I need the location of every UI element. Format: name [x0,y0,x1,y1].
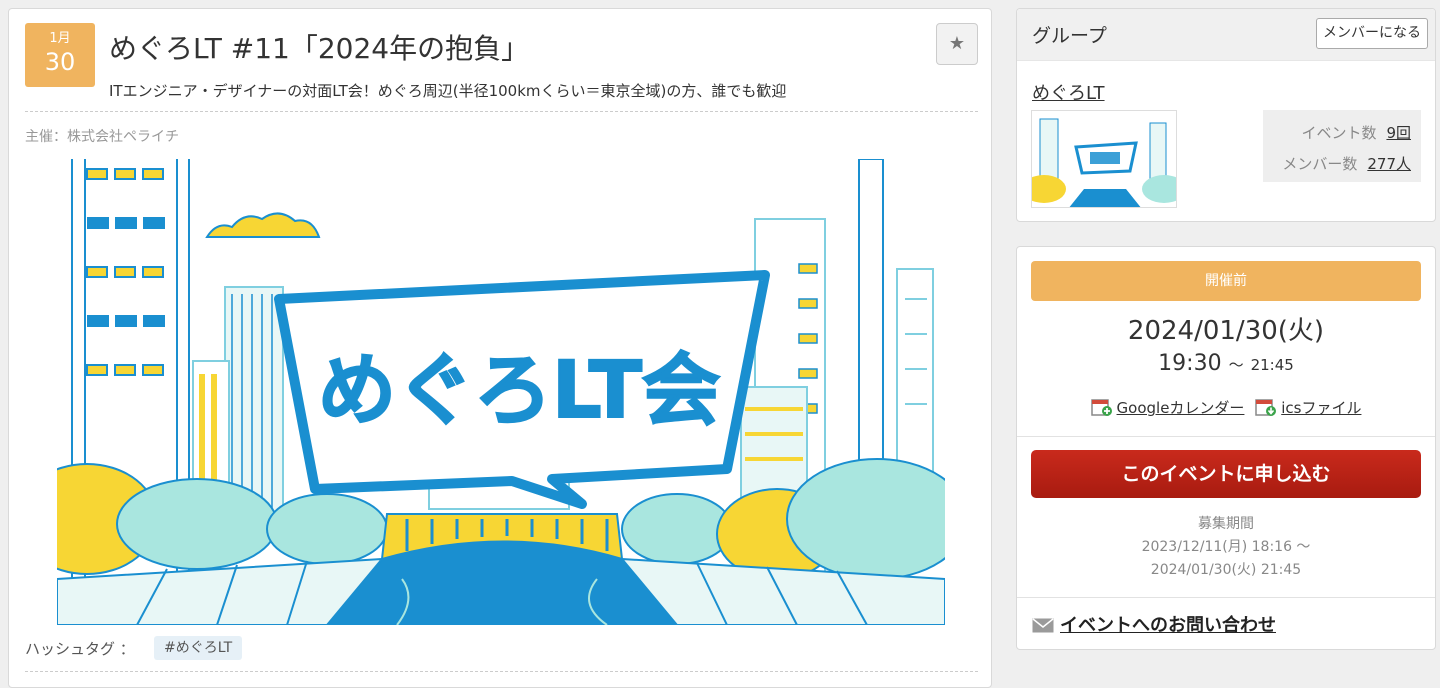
period-end: 2024/01/30(火) 21:45 [1150,562,1302,578]
event-month: 1月 [49,31,71,46]
hero-logo-text: めぐろLT会 [318,346,720,436]
divider [1017,597,1435,598]
event-date: 2024/01/30(火) [1127,316,1325,346]
google-calendar-link[interactable]: Googleカレンダー [1117,399,1245,417]
event-count-link[interactable]: 9回 [1386,124,1411,142]
group-event-count: イベント数 9回 [1301,122,1411,143]
time-separator: ～ [1228,356,1244,374]
period-start: 2023/12/11(月) 18:16 ～ [1141,539,1311,555]
event-start-time: 19:30 [1158,351,1222,376]
star-icon: ★ [948,33,966,54]
hero-river [327,541,677,625]
member-count-label: メンバー数 [1282,155,1358,173]
group-stats: イベント数 9回 メンバー数 277人 [1263,110,1421,182]
divider [25,111,978,112]
ics-file-link[interactable]: icsファイル [1281,399,1361,417]
status-badge: 開催前 [1031,261,1421,301]
calendar-add-icon [1090,399,1112,416]
hero-cloud [205,212,321,238]
period-label: 募集期間 [1198,516,1254,532]
hashtag-label: ハッシュタグ ： [25,640,135,658]
event-end-time: 21:45 [1250,356,1294,374]
group-panel: グループ メンバーになる めぐろLT イベント数 9回 メンバー数 277人 [1016,8,1436,222]
contact-row: イベントへのお問い合わせ [1032,611,1276,637]
event-day: 30 [44,48,76,76]
bookmark-button[interactable]: ★ [936,23,978,65]
event-main-panel: 1月 30 めぐろLT #11「2024年の抱負」 ITエンジニア・デザイナーの… [8,8,992,688]
calendar-links: Googleカレンダー icsファイル [1017,397,1435,418]
event-schedule-panel: 開催前 2024/01/30(火) 19:30 ～ 21:45 Googleカレ… [1016,246,1436,650]
join-group-button[interactable]: メンバーになる [1316,18,1428,49]
event-hero-image: めぐろLT会 [57,159,945,625]
group-thumbnail[interactable] [1031,110,1177,208]
hashtag-chip[interactable]: #めぐろLT [154,636,243,660]
divider [1017,436,1435,437]
event-count-label: イベント数 [1301,124,1377,142]
group-header-label: グループ [1032,25,1107,47]
mail-icon [1032,618,1054,633]
apply-button[interactable]: このイベントに申し込む [1031,450,1421,498]
group-member-count: メンバー数 277人 [1282,153,1411,174]
event-time: 19:30 ～ 21:45 [1017,351,1435,376]
contact-link[interactable]: イベントへのお問い合わせ [1060,615,1276,636]
group-name-link[interactable]: めぐろLT [1032,79,1105,105]
group-header: グループ メンバーになる [1017,9,1435,61]
divider [25,671,978,672]
calendar-download-icon [1255,399,1277,416]
recruitment-period: 募集期間 2023/12/11(月) 18:16 ～ 2024/01/30(火)… [1017,513,1435,582]
event-owner[interactable]: 主催：株式会社ペライチ [25,126,179,146]
event-title: めぐろLT #11「2024年の抱負」 [109,32,530,65]
member-count-link[interactable]: 277人 [1367,155,1411,173]
event-date-badge: 1月 30 [25,23,95,87]
event-catch: ITエンジニア・デザイナーの対面LT会！めぐろ周辺(半径100kmくらい＝東京全… [109,82,787,100]
